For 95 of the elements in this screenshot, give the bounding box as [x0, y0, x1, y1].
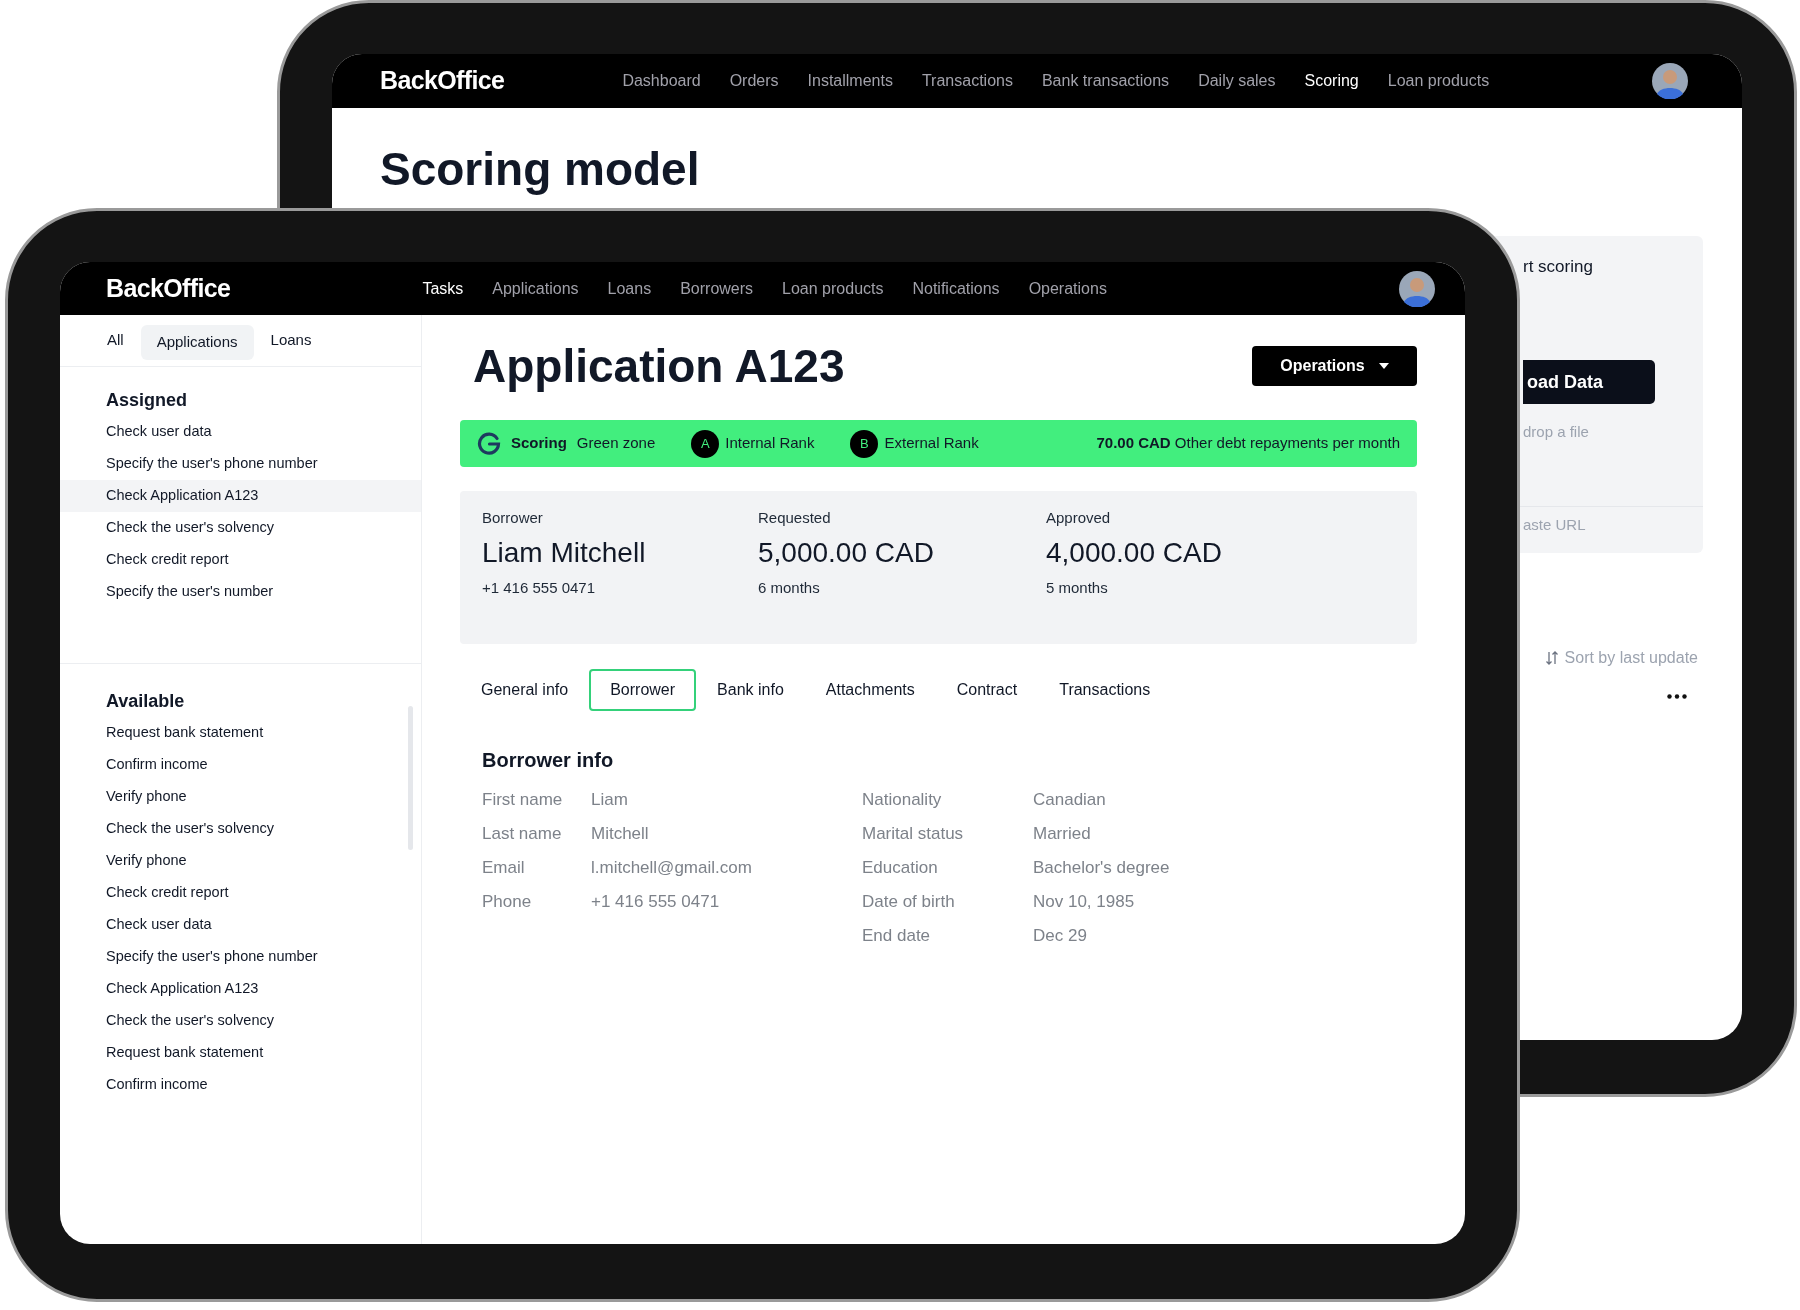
tab[interactable]: Transactions — [1038, 669, 1172, 711]
tab[interactable]: Bank info — [696, 669, 805, 711]
summary-label: Approved — [1046, 508, 1112, 528]
g-shape-icon — [477, 431, 501, 456]
nav-link[interactable]: Dashboard — [622, 69, 701, 93]
task-item[interactable]: Verify phone — [60, 781, 421, 813]
nav-link[interactable]: Operations — [1028, 276, 1107, 301]
field-value: +1 416 555 0471 — [591, 891, 720, 914]
task-item[interactable]: Check Application A123 — [60, 480, 421, 512]
nav-link[interactable]: Notifications — [912, 276, 1000, 301]
summary-label: Requested — [758, 508, 832, 528]
section-heading: Available — [105, 690, 186, 713]
task-item[interactable]: Confirm income — [60, 749, 421, 781]
nav-link[interactable]: Applications — [492, 276, 579, 301]
nav-link[interactable]: Installments — [807, 69, 893, 93]
avatar[interactable] — [1399, 270, 1435, 307]
rank-label: Internal Rank — [725, 433, 815, 454]
field-value: l.mitchell@gmail.com — [591, 857, 752, 880]
summary-value: 4,000.00 CAD — [1046, 536, 1222, 570]
summary-detail: +1 416 555 0471 — [482, 578, 597, 598]
scoring-label: Scoring — [511, 433, 567, 454]
nav-link[interactable]: Transactions — [921, 69, 1013, 93]
nav-link[interactable]: Loan products — [782, 276, 884, 301]
filter-tab[interactable]: Loans — [261, 323, 321, 358]
field-value: Married — [1033, 823, 1091, 846]
filter-tab[interactable]: All — [98, 323, 133, 358]
field-label: Phone — [482, 891, 533, 914]
scoring-zone: Green zone — [576, 433, 656, 454]
caret-icon — [1378, 363, 1389, 369]
nav-link[interactable]: Daily sales — [1198, 69, 1276, 93]
summary-label: Borrower — [482, 508, 544, 528]
field-value: Nov 10, 1985 — [1033, 891, 1135, 914]
field-label: Education — [862, 857, 939, 880]
nav-link[interactable]: Scoring — [1304, 69, 1359, 93]
field-value: Dec 29 — [1033, 925, 1087, 948]
nav-link[interactable]: Borrowers — [680, 276, 754, 301]
nav-link[interactable]: Tasks — [422, 276, 464, 301]
task-item[interactable]: Verify phone — [60, 845, 421, 877]
task-item[interactable]: Check the user's solvency — [60, 1005, 421, 1037]
scrollbar[interactable] — [408, 706, 413, 850]
field-label: End date — [862, 925, 932, 948]
summary-value: Liam Mitchell — [482, 536, 647, 570]
filter-tab[interactable]: Applications — [140, 325, 254, 360]
logo[interactable]: BackOffice — [380, 62, 505, 100]
field-label: First name — [482, 789, 564, 812]
debt-summary: 70.00 CAD Other debt repayments per month — [1096, 433, 1400, 454]
task-item[interactable]: Specify the user's number — [60, 576, 421, 608]
tab[interactable]: Contract — [935, 669, 1039, 711]
field-value: Liam — [591, 789, 628, 812]
tab[interactable]: Attachments — [804, 669, 936, 711]
task-item[interactable]: Specify the user's phone number — [60, 941, 421, 973]
task-item[interactable]: Request bank statement — [60, 1037, 421, 1069]
summary-detail: 5 months — [1046, 578, 1109, 598]
task-item[interactable]: Specify the user's phone number — [60, 448, 421, 480]
avatar[interactable] — [1652, 63, 1688, 99]
field-value: Bachelor's degree — [1033, 857, 1170, 880]
card-heading: rt scoring — [1523, 256, 1594, 278]
rank-badge: B — [850, 429, 879, 458]
load-data-button[interactable]: oad Data — [1523, 360, 1655, 404]
sort-icon[interactable] — [1544, 651, 1559, 665]
field-label: Email — [482, 857, 526, 880]
summary-detail: 6 months — [758, 578, 821, 598]
tab[interactable]: General info — [460, 669, 590, 711]
task-item[interactable]: Check the user's solvency — [60, 813, 421, 845]
nav-link[interactable]: Bank transactions — [1041, 69, 1170, 93]
nav-link[interactable]: Orders — [729, 69, 779, 93]
page-title: Scoring model — [379, 142, 701, 197]
field-label: Marital status — [862, 823, 965, 846]
task-item[interactable]: Check Application A123 — [60, 973, 421, 1005]
more-icon[interactable] — [1667, 694, 1687, 699]
task-item[interactable]: Check credit report — [60, 877, 421, 909]
summary-value: 5,000.00 CAD — [758, 536, 935, 570]
task-item[interactable]: Check credit report — [60, 544, 421, 576]
rank-label: External Rank — [884, 433, 979, 454]
nav-link[interactable]: Loan products — [1387, 69, 1490, 93]
task-item[interactable]: Confirm income — [60, 1069, 421, 1101]
field-label: Date of birth — [862, 891, 956, 914]
section-heading: Borrower info — [481, 748, 615, 773]
url-hint: aste URL — [1523, 515, 1587, 535]
field-value: Canadian — [1033, 789, 1106, 812]
nav-link[interactable]: Loans — [607, 276, 652, 301]
operations-button[interactable]: Operations — [1252, 346, 1417, 386]
task-item[interactable]: Check user data — [60, 416, 421, 448]
page-title: Application A123 — [472, 339, 845, 394]
field-label: Last name — [482, 823, 563, 846]
section-heading: Assigned — [105, 389, 189, 412]
rank-badge: A — [691, 429, 720, 458]
drop-hint: drop a file — [1523, 422, 1590, 442]
task-item[interactable]: Check the user's solvency — [60, 512, 421, 544]
tab[interactable]: Borrower — [589, 669, 697, 711]
task-item[interactable]: Check user data — [60, 909, 421, 941]
task-item[interactable]: Request bank statement — [60, 717, 421, 749]
field-value: Mitchell — [591, 823, 649, 846]
field-label: Nationality — [862, 789, 943, 812]
logo[interactable]: BackOffice — [106, 269, 231, 308]
